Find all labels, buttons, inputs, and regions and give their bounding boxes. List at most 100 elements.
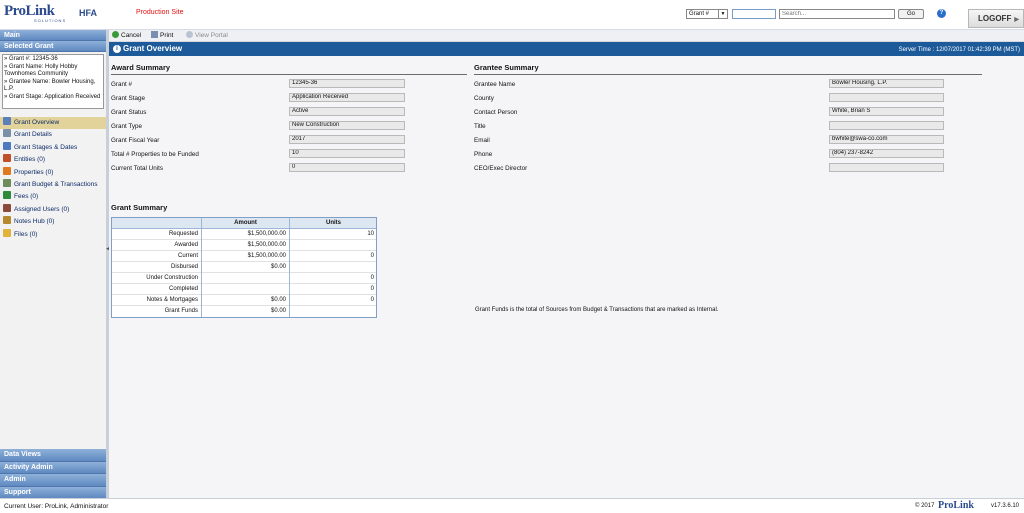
production-site-label: Production Site [136, 9, 184, 16]
sidebar-item-grant-overview[interactable]: Grant Overview [0, 117, 106, 130]
search-value-input[interactable] [732, 9, 776, 19]
sidebar-item-label: Entities (0) [14, 156, 46, 164]
back-arrow-icon [112, 31, 119, 38]
sidebar-item-properties-0[interactable]: Properties (0) [0, 166, 106, 179]
table-row: Disbursed $0.00 [112, 262, 376, 273]
nav-main[interactable]: Main [0, 30, 106, 41]
grant-info-line: » Grant #: 12345-36 [4, 56, 58, 62]
grant-nav-list: Grant Overview Grant Details Grant Stages … [0, 117, 106, 241]
table-cell: Notes & Mortgages [112, 295, 202, 306]
notes-icon [3, 216, 11, 225]
table-cell: Grant Funds [112, 306, 202, 317]
search-type-select[interactable]: Grant # ▼ [686, 9, 728, 19]
field-value: Active [289, 107, 405, 116]
search-input[interactable] [779, 9, 895, 19]
folder-icon [3, 228, 11, 237]
field-value: Application Received [289, 93, 405, 102]
table-row: Requested $1,500,000.00 10 [112, 229, 376, 240]
sidebar-item-label: Notes Hub (0) [14, 218, 55, 226]
sidebar-item-grant-details[interactable]: Grant Details [0, 129, 106, 141]
field-label: Phone [474, 151, 493, 158]
go-button[interactable]: Go [898, 9, 924, 19]
budget-icon [3, 178, 11, 187]
table-cell: Awarded [112, 240, 202, 251]
info-icon: i [113, 45, 121, 53]
field-value: Bowler Housing, L.P. [829, 79, 944, 88]
table-cell [290, 240, 377, 251]
app-suffix: HFA [79, 8, 97, 18]
table-cell [202, 284, 290, 295]
nav-data-views[interactable]: Data Views [0, 449, 106, 462]
field-value [829, 121, 944, 130]
field-label: Contact Person [474, 109, 518, 116]
help-icon[interactable]: ? [937, 9, 946, 18]
table-cell [202, 273, 290, 284]
table-cell [290, 262, 377, 273]
table-cell: 0 [370, 253, 374, 259]
table-cell: $1,500,000.00 [202, 229, 290, 240]
nav-activity-admin[interactable]: Activity Admin [0, 461, 106, 474]
sidebar-item-notes-hub-0[interactable]: Notes Hub (0) [0, 216, 106, 228]
entities-icon [3, 154, 11, 163]
toolbar: Cancel Print View Portal [109, 30, 1024, 42]
column-header: Units [326, 220, 341, 226]
field-label: Grant Status [111, 109, 147, 116]
grant-info-line: » Grantee Name: Bowler Housing, L.P. [4, 78, 96, 93]
table-cell: $1,500,000.00 [202, 240, 290, 251]
prolink-logo[interactable]: ProLink SOLUTIONS HFA [4, 3, 97, 25]
grant-summary-heading: Grant Summary [111, 203, 168, 212]
sidebar-item-label: Fees (0) [14, 193, 39, 201]
field-value: bwhite@swa-co.com [829, 135, 944, 144]
nav-admin[interactable]: Admin [0, 474, 106, 487]
field-label: Grant Stage [111, 95, 145, 102]
field-label: CEO/Exec Director [474, 165, 528, 172]
version: v17.3.6.10 [991, 503, 1020, 509]
field-label: Total # Properties to be Funded [111, 151, 199, 158]
table-row: Under Construction 0 [112, 273, 376, 284]
column-header [112, 218, 202, 229]
nav-selected-grant[interactable]: Selected Grant [0, 41, 106, 52]
table-header-row: Amount Units [112, 218, 376, 229]
sidebar-item-label: Files (0) [14, 230, 38, 238]
sidebar-item-entities-0[interactable]: Entities (0) [0, 154, 106, 166]
chevron-down-icon[interactable]: ▼ [718, 10, 727, 18]
view-portal-button[interactable]: View Portal [186, 30, 228, 42]
table-cell: $0.00 [202, 295, 290, 306]
field-label: Grant Fiscal Year [111, 137, 160, 144]
bottom-nav: Data Views Activity Admin Admin Support [0, 449, 106, 499]
grant-info-line: » Grant Stage: Application Received [4, 93, 101, 100]
cancel-button[interactable]: Cancel [112, 30, 141, 42]
printer-icon [151, 31, 158, 38]
grant-overview-icon [3, 117, 11, 125]
field-label: County [474, 95, 494, 102]
play-arrow-icon: ▶ [1014, 17, 1019, 23]
search-type-value: Grant # [689, 11, 710, 17]
print-button[interactable]: Print [151, 30, 173, 42]
sidebar-item-grant-stages-dates[interactable]: Grant Stages & Dates [0, 141, 106, 154]
field-value: New Construction [289, 121, 405, 130]
sidebar-item-grant-budget-transactions[interactable]: Grant Budget & Transactions [0, 178, 106, 191]
table-cell: 0 [370, 297, 374, 303]
table-cell: Requested [112, 229, 202, 240]
main-content: Award Summary Grant # 12345-36 Grant Stage… [109, 56, 1024, 498]
sidebar-item-fees-0[interactable]: Fees (0) [0, 191, 106, 203]
logoff-label: LOGOFF [978, 14, 1012, 23]
grantee-summary-heading: Grantee Summary [474, 63, 539, 72]
field-value: 10 [289, 149, 405, 158]
users-icon [3, 203, 11, 212]
field-value: 2017 [289, 135, 405, 144]
sidebar-item-assigned-users-0[interactable]: Assigned Users (0) [0, 203, 106, 216]
table-row: Awarded $1,500,000.00 [112, 240, 376, 251]
logoff-button[interactable]: LOGOFF ▶ [968, 9, 1024, 28]
table-row: Current $1,500,000.00 0 [112, 251, 376, 262]
field-label: Grant Type [111, 123, 143, 130]
sidebar-item-files-0[interactable]: Files (0) [0, 228, 106, 241]
sidebar: Main Selected Grant » Grant #: 12345-36 … [0, 30, 106, 499]
divider [474, 74, 982, 75]
table-cell: 0 [370, 286, 374, 292]
grant-info-line: » Grant Name: Holly Hobby Townhomes Comm… [4, 63, 78, 78]
column-header: Amount [202, 218, 290, 229]
sidebar-item-label: Assigned Users (0) [14, 205, 70, 213]
sidebar-item-label: Properties (0) [14, 168, 54, 176]
header: ProLink SOLUTIONS HFA Production Site Gr… [0, 0, 1024, 30]
